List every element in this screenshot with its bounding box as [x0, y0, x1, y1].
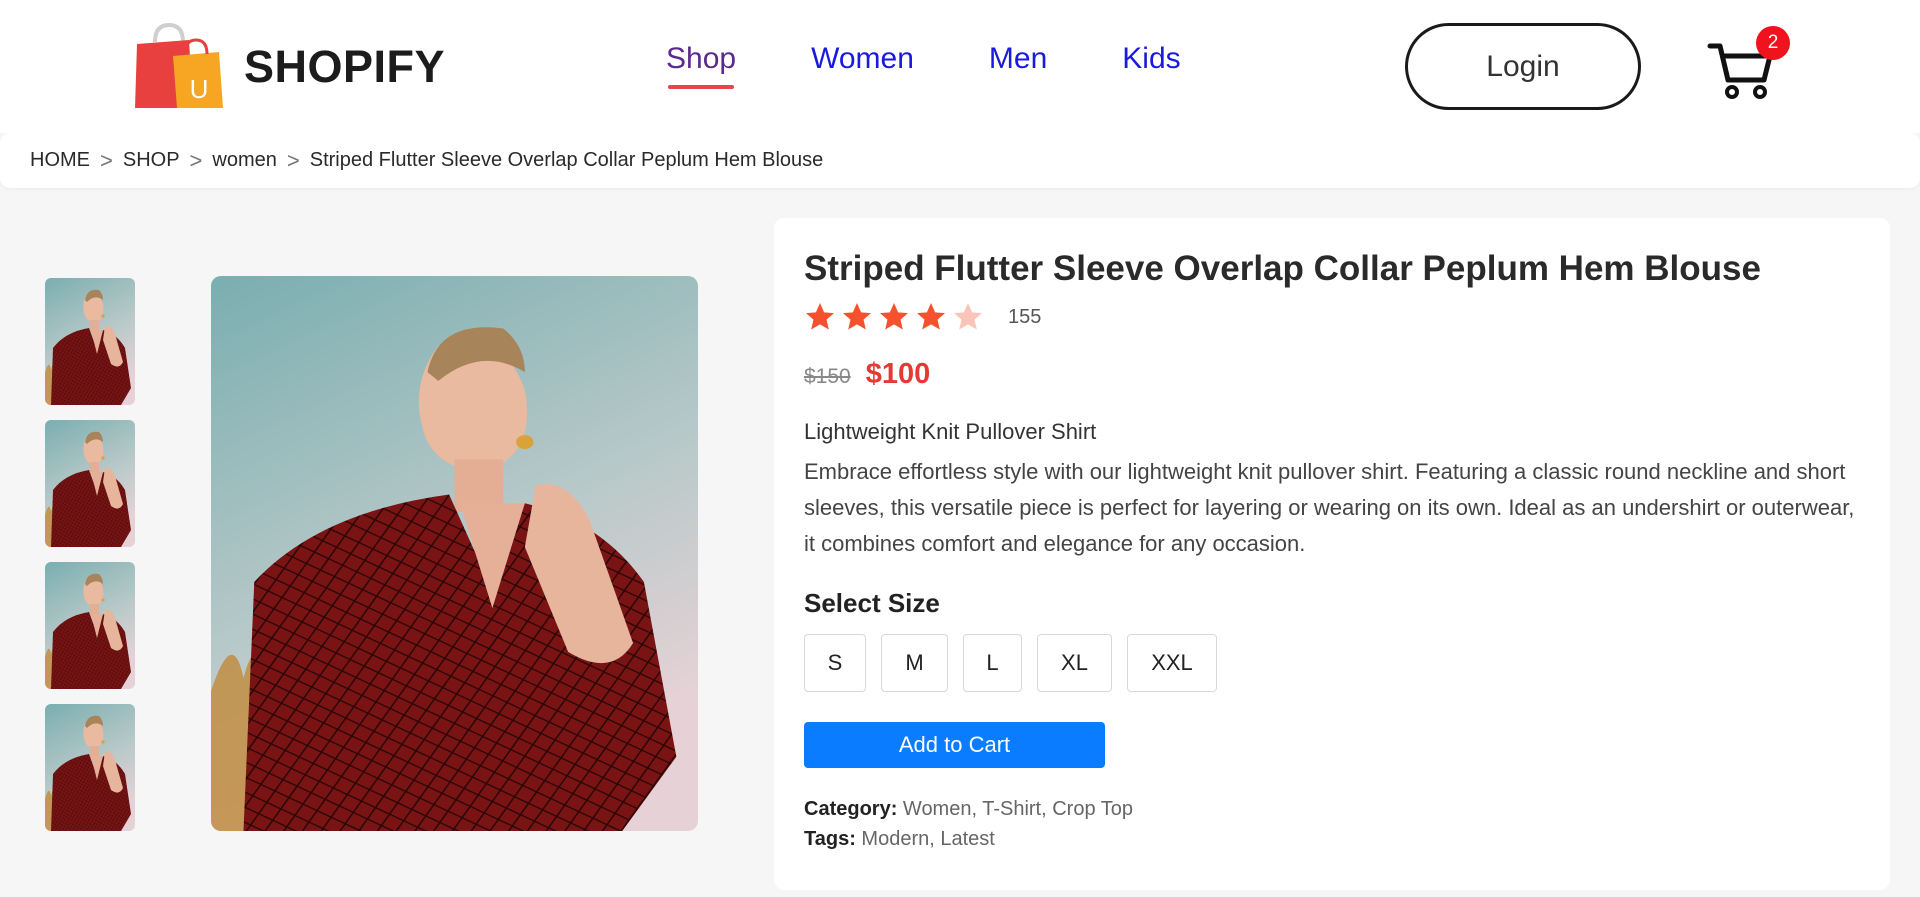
- size-option-l[interactable]: L: [963, 634, 1022, 692]
- product-details-panel: Striped Flutter Sleeve Overlap Collar Pe…: [774, 218, 1890, 890]
- product-photo: [45, 420, 135, 547]
- cart-count-badge: 2: [1756, 26, 1790, 60]
- size-option-xl[interactable]: XL: [1037, 634, 1112, 692]
- tags-value: Modern, Latest: [861, 828, 995, 850]
- nav-women[interactable]: Women: [811, 42, 914, 76]
- sale-price: $100: [865, 358, 931, 390]
- product-price: $150 $100: [804, 358, 930, 391]
- thumbnail-list: [45, 278, 135, 846]
- star-empty-icon: [954, 303, 982, 330]
- star-icon: [917, 303, 945, 330]
- product-category: Category: Women, T-Shirt, Crop Top: [804, 798, 1133, 821]
- product-thumbnail[interactable]: [45, 420, 135, 547]
- star-icon: [843, 303, 871, 330]
- product-thumbnail[interactable]: [45, 278, 135, 405]
- product-thumbnail[interactable]: [45, 704, 135, 831]
- breadcrumb: HOME > SHOP > women > Striped Flutter Sl…: [0, 133, 1920, 188]
- size-option-s[interactable]: S: [804, 634, 866, 692]
- breadcrumb-shop[interactable]: SHOP: [123, 149, 180, 172]
- product-photo: [45, 278, 135, 405]
- shopping-bag-icon: U: [135, 22, 223, 108]
- category-value: Women, T-Shirt, Crop Top: [902, 798, 1134, 820]
- breadcrumb-separator: >: [189, 147, 203, 173]
- nav-shop[interactable]: Shop: [666, 42, 736, 89]
- category-label: Category:: [804, 798, 898, 820]
- size-options: S M L XL XXL: [804, 634, 1232, 692]
- breadcrumb-women[interactable]: women: [212, 149, 276, 172]
- product-thumbnail[interactable]: [45, 562, 135, 689]
- product-photo: [45, 562, 135, 689]
- review-count: 155: [1008, 305, 1042, 328]
- product-main-image: [211, 276, 698, 831]
- product-subtitle: Lightweight Knit Pullover Shirt: [804, 419, 1097, 444]
- size-label: Select Size: [804, 588, 940, 618]
- breadcrumb-current: Striped Flutter Sleeve Overlap Collar Pe…: [309, 149, 824, 171]
- size-option-xxl[interactable]: XXL: [1127, 634, 1217, 692]
- product-photo: [211, 276, 698, 831]
- cart-button[interactable]: 2: [1706, 26, 1790, 100]
- original-price: $150: [804, 365, 851, 388]
- product-rating: 155: [804, 301, 1041, 333]
- breadcrumb-separator: >: [100, 147, 113, 173]
- nav-kids[interactable]: Kids: [1122, 42, 1180, 76]
- star-icon: [806, 303, 834, 330]
- main-nav: Shop Women Men Kids: [666, 42, 1256, 89]
- product-tags: Tags: Modern, Latest: [804, 828, 995, 851]
- breadcrumb-separator: >: [286, 147, 300, 173]
- add-to-cart-button[interactable]: Add to Cart: [804, 722, 1105, 768]
- product-photo: [45, 704, 135, 831]
- brand-name: SHOPIFY: [244, 41, 446, 92]
- star-icon: [880, 303, 908, 330]
- tags-label: Tags:: [804, 828, 856, 850]
- login-button[interactable]: Login: [1405, 23, 1641, 110]
- site-header: U SHOPIFY Shop Women Men Kids Login 2: [0, 0, 1920, 133]
- breadcrumb-home[interactable]: HOME: [30, 149, 90, 172]
- product-description: Embrace effortless style with our lightw…: [804, 459, 1855, 556]
- product-title: Striped Flutter Sleeve Overlap Collar Pe…: [804, 249, 1761, 288]
- logo-letter: U: [190, 74, 209, 104]
- brand-logo[interactable]: U SHOPIFY: [133, 22, 445, 112]
- size-option-m[interactable]: M: [881, 634, 948, 692]
- nav-men[interactable]: Men: [989, 42, 1047, 76]
